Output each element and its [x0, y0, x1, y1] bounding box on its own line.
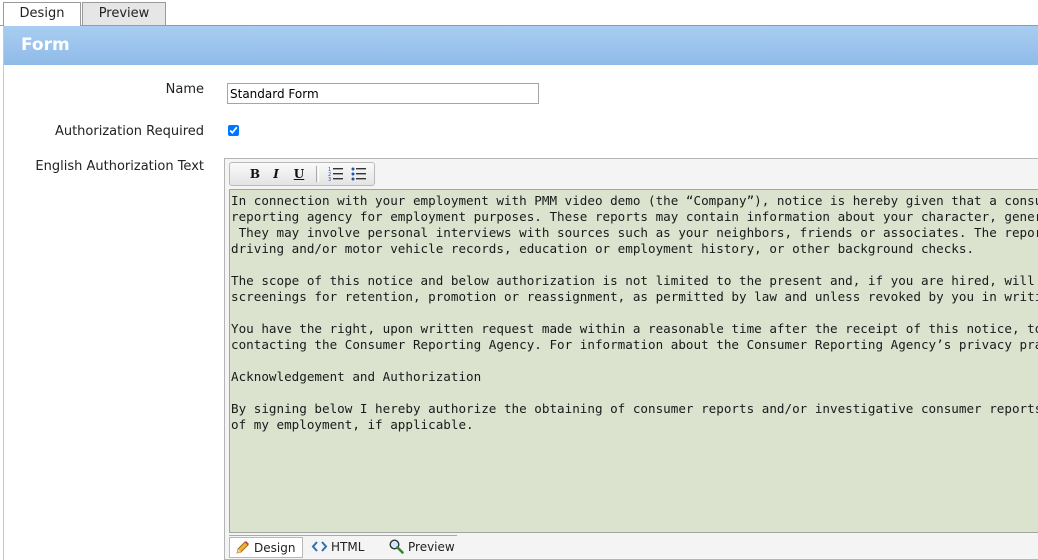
toolbar-separator	[316, 166, 317, 182]
rich-text-editor: B I U 1 2 3 In connection with your empl…	[224, 158, 1038, 560]
editor-line: contacting the Consumer Reporting Agency…	[231, 337, 1038, 352]
mode-preview-label: Preview	[408, 540, 455, 554]
ordered-list-button[interactable]: 1 2 3	[326, 165, 346, 183]
svg-text:3: 3	[328, 177, 331, 182]
name-input[interactable]	[227, 83, 539, 104]
magnifier-icon	[389, 539, 404, 554]
mode-design-label: Design	[254, 541, 296, 555]
tab-preview[interactable]: Preview	[82, 2, 166, 25]
mode-html-button[interactable]: HTML	[307, 537, 377, 558]
editor-paragraph: The scope of this notice and below autho…	[231, 273, 1038, 305]
tab-design[interactable]: Design	[3, 2, 81, 26]
toolbar-separator-highlight	[318, 166, 319, 182]
editor-line: of my employment, if applicable.	[231, 417, 474, 432]
bold-button[interactable]: B	[245, 165, 265, 183]
ordered-list-icon: 1 2 3	[328, 167, 343, 183]
editor-line: They may involve personal interviews wit…	[238, 225, 1038, 240]
editor-line: reporting agency for employment purposes…	[231, 209, 1038, 224]
code-icon	[311, 541, 328, 552]
editor-line: The scope of this notice and below autho…	[231, 273, 1035, 288]
underline-button[interactable]: U	[289, 165, 309, 183]
editor-mode-bar: Design HTML Preview	[229, 535, 1038, 559]
authorization-text-label: English Authorization Text	[35, 159, 204, 174]
form-panel: Form Name Authorization Required English…	[3, 26, 1038, 560]
editor-line: Acknowledgement and Authorization	[231, 369, 482, 384]
editor-line: screenings for retention, promotion or r…	[231, 289, 1038, 304]
panel-title: Form	[4, 26, 1038, 65]
editor-paragraph: Acknowledgement and Authorization	[231, 369, 1038, 385]
authorization-required-label: Authorization Required	[54, 124, 204, 139]
editor-paragraph: You have the right, upon written request…	[231, 321, 1038, 353]
mode-preview-button[interactable]: Preview	[384, 537, 464, 558]
bullet-list-button[interactable]	[349, 165, 369, 183]
top-tab-bar: Design Preview	[0, 0, 1038, 26]
mode-bar-line	[229, 535, 457, 536]
bullet-list-icon	[351, 167, 366, 181]
name-label: Name	[165, 82, 204, 97]
editor-content-area[interactable]: In connection with your employment with …	[229, 189, 1038, 533]
editor-toolbar: B I U 1 2 3	[229, 162, 375, 186]
editor-line: In connection with your employment with …	[231, 193, 1038, 208]
editor-paragraph: By signing below I hereby authorize the …	[231, 401, 1038, 433]
italic-button[interactable]: I	[266, 165, 286, 183]
editor-line: You have the right, upon written request…	[231, 321, 1038, 336]
authorization-required-checkbox[interactable]	[228, 125, 239, 136]
editor-line: driving and/or motor vehicle records, ed…	[231, 241, 975, 256]
editor-paragraph: In connection with your employment with …	[231, 193, 1038, 257]
pencil-icon	[236, 541, 249, 554]
editor-line: By signing below I hereby authorize the …	[231, 401, 1038, 416]
mode-html-label: HTML	[331, 540, 365, 554]
mode-design-button[interactable]: Design	[229, 537, 303, 558]
